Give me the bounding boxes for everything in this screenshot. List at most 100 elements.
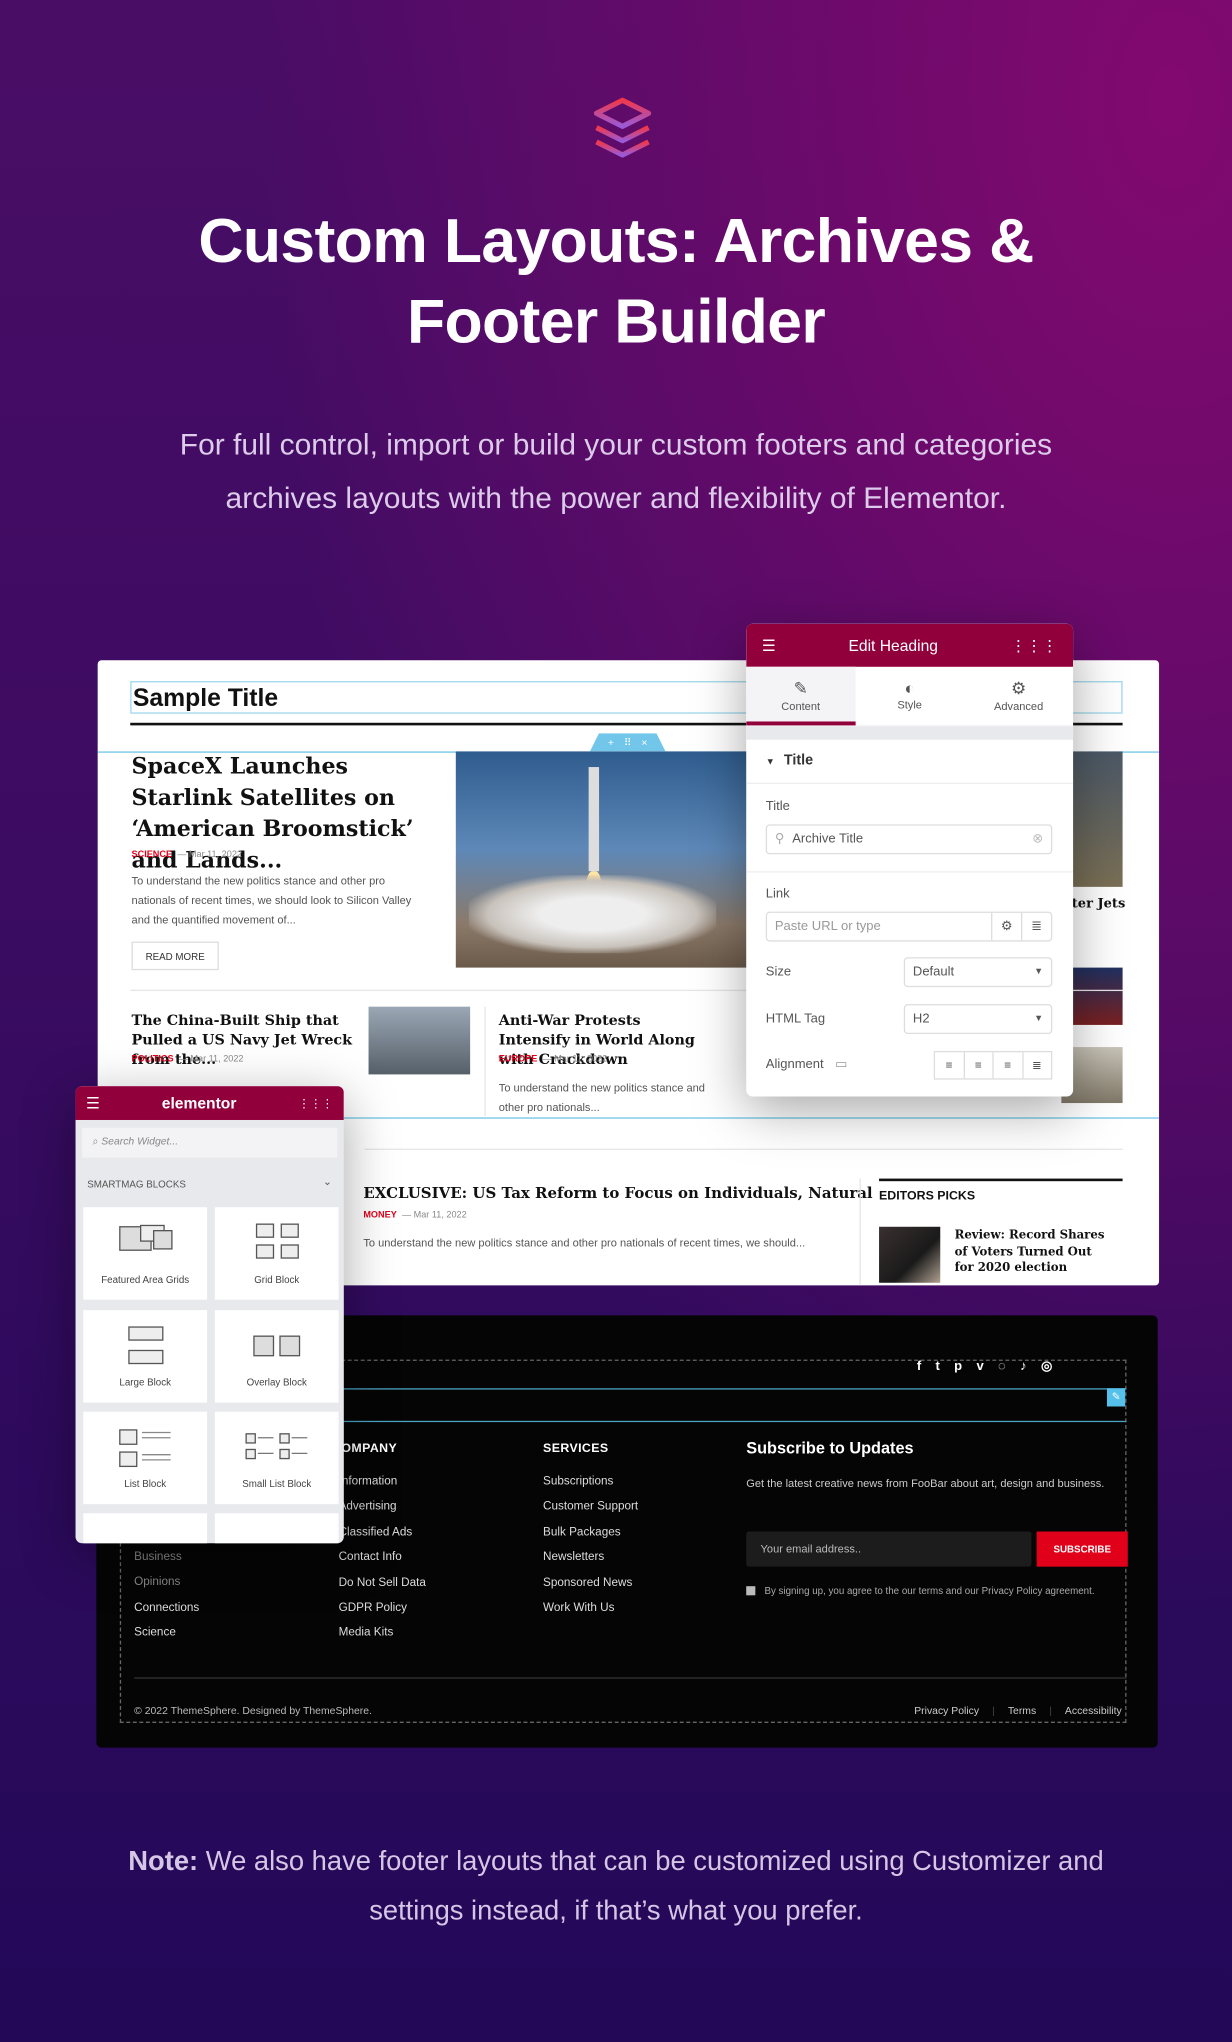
apps-grid-icon[interactable]: ⋮⋮⋮ (298, 1096, 333, 1110)
category-header[interactable]: SMARTMAG BLOCKS (87, 1179, 186, 1191)
widget-large-block[interactable]: Large Block (83, 1310, 208, 1403)
divider (364, 1148, 1123, 1150)
add-section-icon[interactable]: + (608, 736, 614, 748)
widget-tile[interactable] (214, 1513, 339, 1544)
footer-link[interactable]: Subscriptions (543, 1474, 638, 1499)
widget-grid-block[interactable]: Grid Block (214, 1207, 339, 1300)
panel-title: Edit Heading (848, 636, 938, 655)
footer-link[interactable]: Customer Support (543, 1499, 638, 1524)
dynamic-tags-icon[interactable]: ≣ (1021, 912, 1051, 941)
chevron-down-icon[interactable]: ⌄ (323, 1176, 332, 1188)
search-widget-input[interactable]: ⌕ Search Widget... (82, 1127, 338, 1158)
featured-grid-icon (118, 1224, 172, 1251)
tiktok-icon[interactable]: ♪ (1020, 1360, 1027, 1374)
subscribe-text: Get the latest creative news from FooBar… (746, 1476, 1105, 1490)
section-title-toggle[interactable]: ▼ Title (766, 753, 813, 769)
drag-handle-icon[interactable]: ⠿ (624, 736, 632, 748)
article-title[interactable]: ter Jets (1072, 897, 1125, 911)
panel-header: ☰ elementor ⋮⋮⋮ (75, 1086, 344, 1120)
footer-link[interactable]: Opinions (134, 1575, 199, 1600)
instagram-icon[interactable]: ◎ (1041, 1360, 1052, 1374)
footer-link[interactable]: Bulk Packages (543, 1525, 638, 1550)
title-input[interactable]: ⚲ Archive Title ⊗ (765, 824, 1053, 855)
widget-featured-area-grids[interactable]: Featured Area Grids (83, 1207, 208, 1300)
footer-link[interactable]: Sponsored News (543, 1575, 638, 1600)
rocket-launch-image[interactable] (455, 751, 749, 968)
link-options-gear-icon[interactable]: ⚙ (991, 912, 1021, 941)
align-center-icon[interactable]: ≡ (964, 1052, 994, 1079)
accessibility-link[interactable]: Accessibility (1065, 1705, 1122, 1717)
article-meta: EUROPE — Mar 11, 2022 (498, 1054, 608, 1064)
footer-bottom-links: Privacy Policy | Terms | Accessibility (914, 1704, 1122, 1717)
terms-link[interactable]: Terms (1008, 1705, 1036, 1717)
social-icons: f t p v ◌ ♪ ◎ (917, 1360, 1053, 1374)
small-list-block-icon (244, 1433, 307, 1460)
size-select[interactable]: Default ▼ (903, 957, 1053, 988)
article-title[interactable]: EXCLUSIVE: US Tax Reform to Focus on Ind… (363, 1184, 872, 1202)
vimeo-icon[interactable]: v (976, 1360, 983, 1374)
title-label: Title (765, 799, 790, 814)
align-justify-icon[interactable]: ≣ (1023, 1052, 1051, 1078)
whatsapp-icon[interactable]: ◌ (998, 1360, 1006, 1374)
elementor-widgets-panel: ☰ elementor ⋮⋮⋮ ⌕ Search Widget... SMART… (75, 1086, 344, 1544)
footer-link[interactable]: Advertising (339, 1499, 426, 1524)
desktop-icon[interactable]: ▭ (835, 1057, 847, 1071)
section-handle[interactable]: + ⠿ × (589, 733, 666, 752)
html-tag-select[interactable]: H2 ▼ (903, 1004, 1053, 1035)
footer-link[interactable]: Newsletters (543, 1550, 638, 1575)
apps-grid-icon[interactable]: ⋮⋮⋮ (1011, 636, 1058, 654)
caret-down-icon: ▼ (765, 757, 775, 768)
footer-col-services: Subscriptions Customer Support Bulk Packag… (543, 1474, 638, 1626)
sample-title: Sample Title (132, 685, 279, 713)
widget-list-block[interactable]: List Block (83, 1411, 208, 1505)
link-input[interactable]: Paste URL or type ⚙ ≣ (765, 911, 1053, 942)
article-meta: MONEY — Mar 11, 2022 (363, 1211, 467, 1221)
twitter-icon[interactable]: t (935, 1360, 939, 1374)
subscribe-button[interactable]: SUBSCRIBE (1036, 1531, 1128, 1567)
align-right-icon[interactable]: ≡ (994, 1052, 1023, 1079)
footer-link[interactable]: Do Not Sell Data (339, 1575, 426, 1600)
ship-image[interactable] (368, 1006, 471, 1075)
footer-link[interactable]: Business (134, 1550, 199, 1575)
size-label: Size (765, 965, 792, 980)
email-input[interactable]: Your email address.. (746, 1531, 1032, 1567)
widget-overlay-block[interactable]: Overlay Block (214, 1310, 339, 1403)
footer-link[interactable]: Contact Info (339, 1550, 426, 1575)
clear-icon[interactable]: ⊗ (1032, 832, 1043, 846)
elementor-logo: elementor (161, 1093, 237, 1113)
privacy-policy-link[interactable]: Privacy Policy (914, 1705, 979, 1717)
facebook-icon[interactable]: f (917, 1360, 921, 1374)
search-icon: ⌕ (92, 1135, 99, 1148)
footer-link[interactable]: Classified Ads (339, 1525, 426, 1550)
large-block-icon (127, 1326, 163, 1365)
footer-link[interactable]: Work With Us (543, 1600, 638, 1625)
tab-style[interactable]: ◐ Style (855, 667, 964, 726)
align-left-icon[interactable]: ≡ (935, 1052, 965, 1079)
widget-small-list-block[interactable]: Small List Block (214, 1411, 339, 1505)
footer-link[interactable]: Connections (134, 1600, 199, 1625)
divider (879, 1178, 1123, 1182)
footer-link[interactable]: Media Kits (339, 1626, 426, 1651)
footer-link[interactable]: Science (134, 1625, 199, 1650)
menu-icon[interactable]: ☰ (762, 636, 776, 654)
menu-icon[interactable]: ☰ (86, 1094, 100, 1112)
divider (859, 1178, 861, 1286)
widget-tile[interactable] (83, 1513, 208, 1544)
footer-col-company: Information Advertising Classified Ads Cont… (339, 1474, 426, 1651)
footer-note: Note: We also have footer layouts that c… (128, 1846, 1104, 1927)
article-excerpt: To understand the new politics stance an… (498, 1080, 705, 1114)
article-image[interactable] (1071, 751, 1123, 887)
tab-advanced[interactable]: ⚙ Advanced (964, 667, 1073, 726)
read-more-button[interactable]: READ MORE (131, 941, 219, 971)
close-icon[interactable]: × (641, 736, 647, 748)
article-title[interactable]: Review: Record Shares of Voters Turned O… (955, 1228, 1111, 1277)
grid-block-icon (255, 1223, 299, 1259)
pencil-icon: ✎ (793, 678, 808, 699)
tab-content[interactable]: ✎ Content (746, 666, 856, 726)
article-image[interactable] (879, 1226, 941, 1283)
pinterest-icon[interactable]: p (954, 1360, 962, 1374)
footer-link[interactable]: Information (339, 1474, 426, 1499)
footer-link[interactable]: GDPR Policy (339, 1600, 426, 1625)
edit-pencil-icon[interactable]: ✎ (1106, 1388, 1126, 1407)
editors-picks-heading: EDITORS PICKS (879, 1188, 976, 1204)
